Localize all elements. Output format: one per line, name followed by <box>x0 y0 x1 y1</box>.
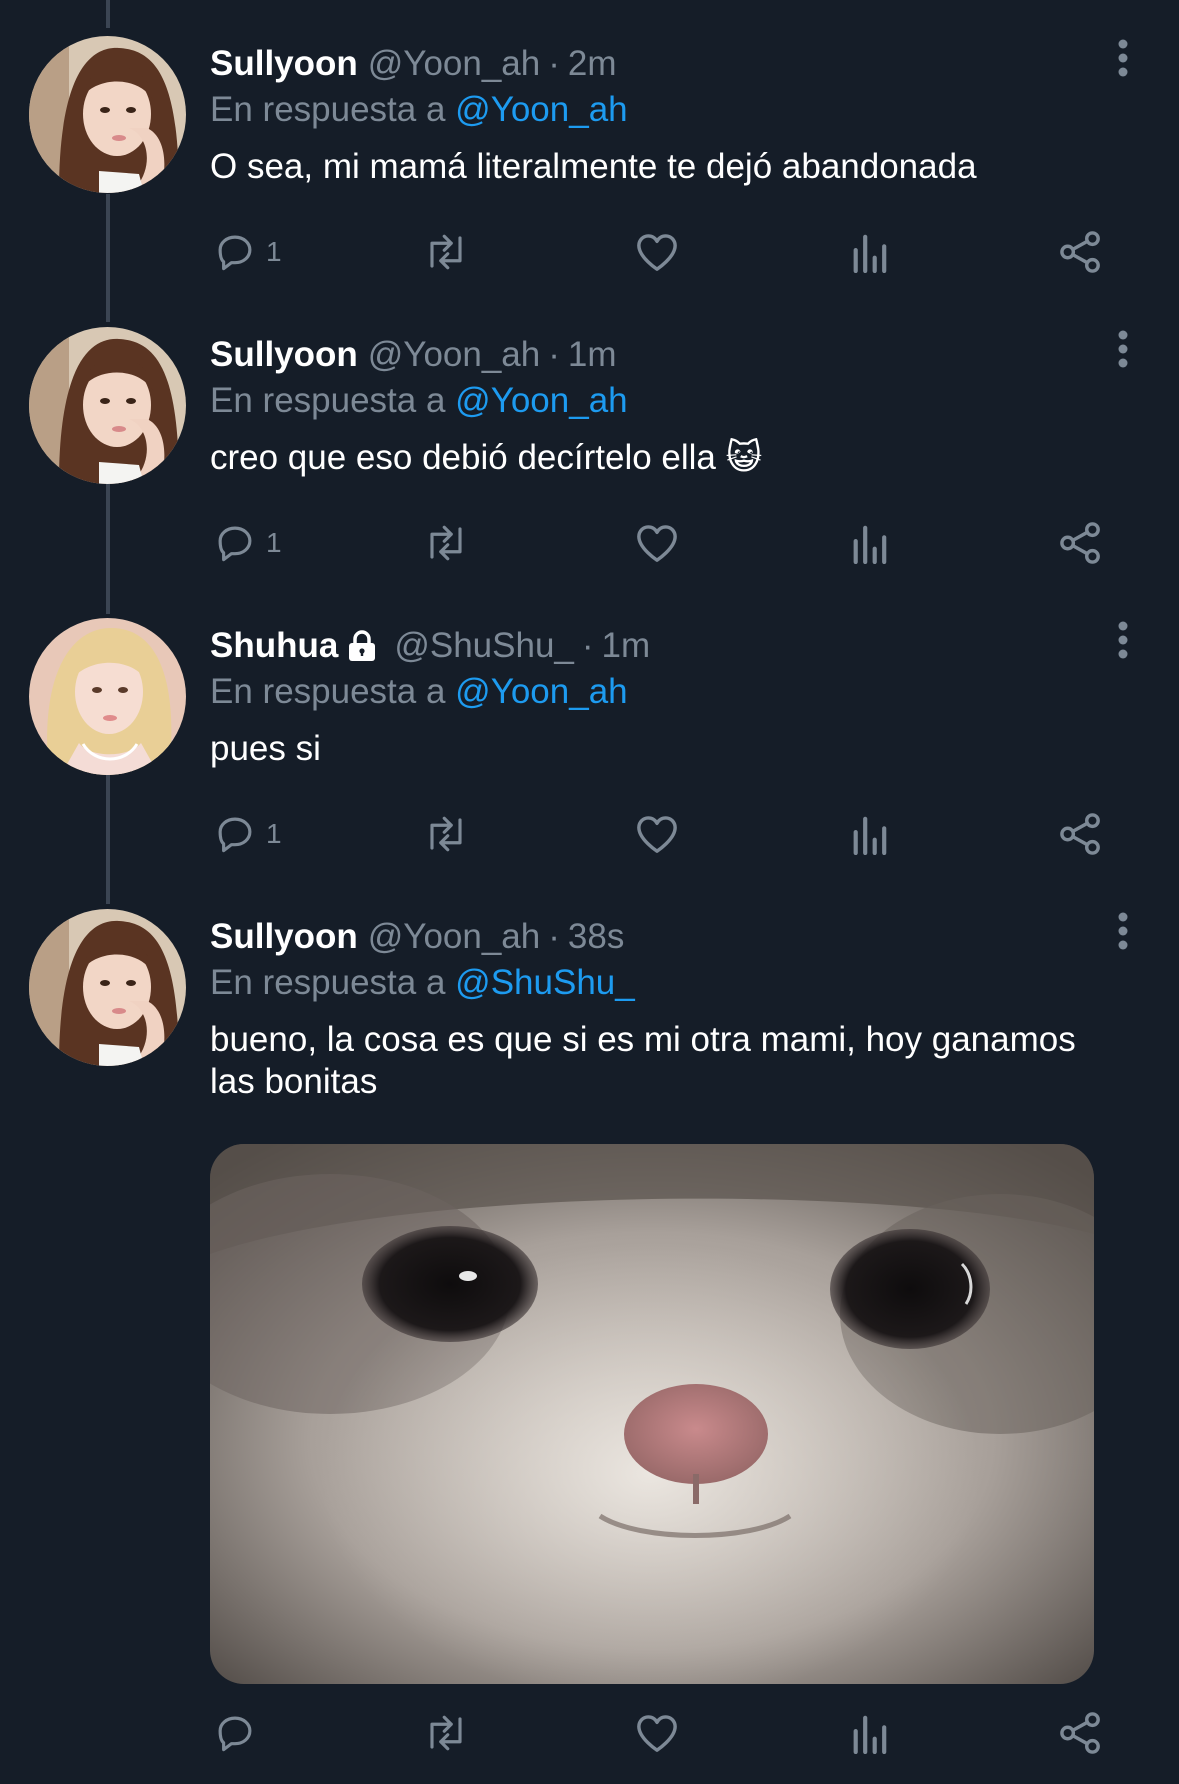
separator: · <box>548 44 560 83</box>
timestamp[interactable]: 1m <box>602 624 651 668</box>
heart-icon <box>637 816 677 853</box>
display-name[interactable]: Sullyoon <box>210 42 358 86</box>
more-options-icon[interactable] <box>1093 620 1153 680</box>
tweet-header: Sullyoon @Yoon_ah · 38s <box>210 915 624 959</box>
heart-icon <box>637 525 677 562</box>
separator: · <box>548 335 560 374</box>
reply-prefix: En respuesta a <box>210 672 446 711</box>
heart-icon <box>637 1715 677 1752</box>
thread-connector <box>106 194 110 322</box>
thread-connector <box>106 774 110 904</box>
user-handle[interactable]: @Yoon_ah <box>368 915 540 959</box>
share-icon <box>1060 1712 1100 1754</box>
reply-icon <box>218 1716 252 1752</box>
views-button[interactable] <box>850 222 888 282</box>
avatar[interactable] <box>29 36 186 193</box>
tweet-actions: 1 <box>210 804 1110 864</box>
tweet-header: Shuhua @ShuShu_ · 1m <box>210 624 650 668</box>
tweet-text: pues si <box>210 729 321 768</box>
reply-count: 1 <box>266 236 282 267</box>
retweet-button[interactable] <box>420 222 472 282</box>
views-button[interactable] <box>850 513 888 573</box>
reply-prefix: En respuesta a <box>210 381 446 420</box>
share-button[interactable] <box>1058 804 1104 864</box>
retweet-icon <box>430 1715 462 1751</box>
share-icon <box>1060 231 1100 273</box>
share-button[interactable] <box>1058 222 1104 282</box>
like-button[interactable] <box>634 1703 680 1763</box>
reply-prefix: En respuesta a <box>210 963 446 1002</box>
retweet-button[interactable] <box>420 1703 472 1763</box>
avatar[interactable] <box>29 909 186 1066</box>
reply-icon <box>218 817 252 853</box>
like-button[interactable] <box>634 513 680 573</box>
retweet-button[interactable] <box>420 513 472 573</box>
tweet-header: Sullyoon @Yoon_ah · 2m <box>210 42 617 86</box>
timestamp[interactable]: 38s <box>568 915 624 959</box>
reply-button[interactable]: 1 <box>214 222 282 282</box>
views-button[interactable] <box>850 804 888 864</box>
reply-count: 1 <box>266 818 282 849</box>
more-options-icon[interactable] <box>1093 329 1153 389</box>
more-options-icon[interactable] <box>1093 911 1153 971</box>
reply-prefix: En respuesta a <box>210 90 446 129</box>
separator: · <box>548 917 560 956</box>
user-handle[interactable]: @ShuShu_ <box>394 624 574 668</box>
mention-link[interactable]: @ShuShu_ <box>455 963 635 1002</box>
analytics-icon <box>853 525 887 564</box>
mention-link[interactable]: @Yoon_ah <box>455 381 627 420</box>
more-options-icon[interactable] <box>1093 38 1153 98</box>
share-icon <box>1060 813 1100 855</box>
reply-icon <box>218 235 252 271</box>
avatar[interactable] <box>29 327 186 484</box>
share-icon <box>1060 522 1100 564</box>
views-button[interactable] <box>850 1703 888 1763</box>
retweet-icon <box>430 234 462 270</box>
reply-button[interactable] <box>214 1703 266 1763</box>
separator: · <box>581 626 594 665</box>
tweet-text: creo que eso debió decírtelo ella 😺 <box>210 438 763 477</box>
tweet-actions <box>210 1703 1110 1763</box>
analytics-icon <box>853 816 887 855</box>
share-button[interactable] <box>1058 1703 1104 1763</box>
mention-link[interactable]: @Yoon_ah <box>455 672 627 711</box>
display-name[interactable]: Shuhua <box>210 624 338 668</box>
thread-connector <box>106 0 110 28</box>
heart-icon <box>637 234 677 271</box>
mention-link[interactable]: @Yoon_ah <box>455 90 627 129</box>
tweet-text: O sea, mi mamá literalmente te dejó aban… <box>210 147 977 186</box>
user-handle[interactable]: @Yoon_ah <box>368 333 540 377</box>
tweet-header: Sullyoon @Yoon_ah · 1m <box>210 333 617 377</box>
retweet-button[interactable] <box>420 804 472 864</box>
reply-context: En respuesta a @ShuShu_ <box>210 961 635 1005</box>
analytics-icon <box>853 1715 887 1754</box>
analytics-icon <box>853 234 887 273</box>
tweet-media-image[interactable] <box>210 1144 1094 1684</box>
reply-context: En respuesta a @Yoon_ah <box>210 88 628 132</box>
user-handle[interactable]: @Yoon_ah <box>368 42 540 86</box>
retweet-icon <box>430 816 462 852</box>
avatar[interactable] <box>29 618 186 775</box>
retweet-icon <box>430 525 462 561</box>
tweet-actions: 1 <box>210 513 1110 573</box>
reply-count: 1 <box>266 527 282 558</box>
reply-context: En respuesta a @Yoon_ah <box>210 670 628 714</box>
display-name[interactable]: Sullyoon <box>210 333 358 377</box>
protected-lock-icon <box>346 629 378 663</box>
tweet-text: bueno, la cosa es que si es mi otra mami… <box>210 1020 1076 1101</box>
like-button[interactable] <box>634 804 680 864</box>
thread-connector <box>106 484 110 614</box>
timestamp[interactable]: 1m <box>568 333 617 377</box>
timestamp[interactable]: 2m <box>568 42 617 86</box>
reply-button[interactable]: 1 <box>214 513 282 573</box>
reply-button[interactable]: 1 <box>214 804 282 864</box>
like-button[interactable] <box>634 222 680 282</box>
share-button[interactable] <box>1058 513 1104 573</box>
tweet-actions: 1 <box>210 222 1110 282</box>
reply-context: En respuesta a @Yoon_ah <box>210 379 628 423</box>
display-name[interactable]: Sullyoon <box>210 915 358 959</box>
reply-icon <box>218 526 252 562</box>
